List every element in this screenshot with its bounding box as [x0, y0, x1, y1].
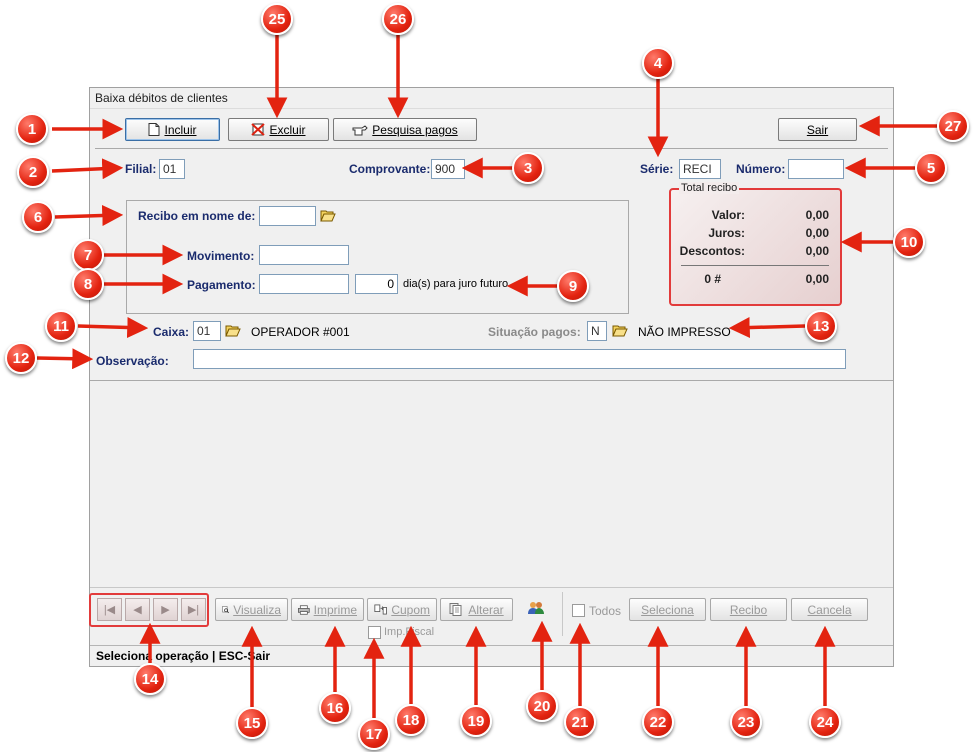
callout-13: 13	[805, 310, 837, 342]
callout-18: 18	[395, 704, 427, 736]
callout-4: 4	[642, 47, 674, 79]
callout-16: 16	[319, 692, 351, 724]
callout-11: 11	[45, 310, 77, 342]
callout-24: 24	[809, 706, 841, 738]
callout-25: 25	[261, 3, 293, 35]
annotation-arrows	[36, 35, 937, 718]
callout-6: 6	[22, 201, 54, 233]
callout-21: 21	[564, 706, 596, 738]
callout-5: 5	[915, 152, 947, 184]
callout-17: 17	[358, 718, 390, 750]
callout-27: 27	[937, 110, 969, 142]
callout-22: 22	[642, 706, 674, 738]
callout-3: 3	[512, 152, 544, 184]
callout-14: 14	[134, 663, 166, 695]
callout-8: 8	[72, 268, 104, 300]
arrow-2	[51, 158, 124, 180]
arrow-6	[54, 205, 124, 226]
arrow-12	[36, 348, 94, 370]
callout-1: 1	[16, 113, 48, 145]
callout-15: 15	[236, 707, 268, 739]
arrow-13	[728, 317, 806, 339]
callout-26: 26	[382, 3, 414, 35]
callout-23: 23	[730, 706, 762, 738]
callout-20: 20	[526, 690, 558, 722]
callout-19: 19	[460, 705, 492, 737]
callout-10: 10	[893, 226, 925, 258]
arrow-11	[77, 317, 149, 339]
callout-9: 9	[557, 270, 589, 302]
callout-7: 7	[72, 239, 104, 271]
callout-12: 12	[5, 342, 37, 374]
callout-2: 2	[17, 156, 49, 188]
